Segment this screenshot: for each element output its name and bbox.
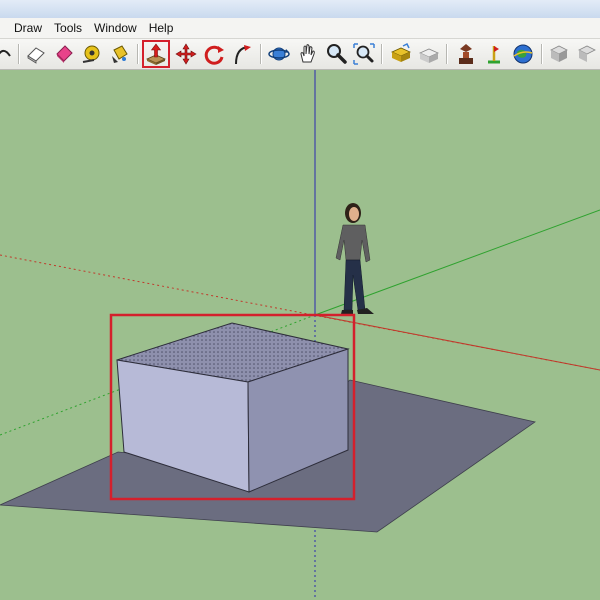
- scene-canvas[interactable]: [0, 70, 600, 600]
- window-title-bar: [0, 0, 600, 18]
- toolbar-separator: [137, 44, 138, 64]
- main-toolbar: [0, 39, 600, 70]
- google-earth-icon: [513, 44, 533, 64]
- zoom-extents-icon: [353, 43, 375, 65]
- paint-icon: [112, 45, 128, 63]
- follow-me-tool-button[interactable]: [230, 42, 254, 66]
- red-axis: [314, 314, 600, 371]
- toolbar-separator: [541, 44, 542, 64]
- paint-tool-button[interactable]: [108, 42, 132, 66]
- push-pull-icon: [146, 43, 166, 65]
- paint-bucket-tool-button[interactable]: [52, 42, 76, 66]
- move-icon: [175, 43, 197, 65]
- google-earth-tool-button[interactable]: [511, 42, 535, 66]
- menu-tools[interactable]: Tools: [48, 18, 88, 38]
- arc-icon: [0, 49, 11, 57]
- warehouse-tool-button[interactable]: [389, 42, 413, 66]
- section-display-tool-button[interactable]: [575, 42, 599, 66]
- rotate-tool-button[interactable]: [202, 42, 226, 66]
- menu-draw[interactable]: Draw: [8, 18, 48, 38]
- components-tool-button[interactable]: [454, 42, 478, 66]
- toolbar-separator: [18, 44, 19, 64]
- move-tool-button[interactable]: [174, 42, 198, 66]
- orbit-tool-button[interactable]: [267, 42, 291, 66]
- zoom-icon: [327, 44, 347, 64]
- 3d-warehouse-icon: [391, 42, 411, 62]
- person-figure[interactable]: [335, 203, 374, 314]
- share-model-icon: [419, 48, 439, 63]
- follow-me-icon: [235, 45, 251, 65]
- eraser-icon: [27, 47, 45, 64]
- menu-bar: Draw Tools Window Help: [0, 18, 600, 39]
- share-model-tool-button[interactable]: [417, 42, 441, 66]
- orbit-icon: [268, 47, 290, 61]
- eraser-tool-button[interactable]: [24, 42, 48, 66]
- tape-measure-icon: [82, 45, 100, 63]
- push-pull-tool-button[interactable]: [142, 40, 170, 68]
- zoom-extents-tool-button[interactable]: [352, 42, 376, 66]
- paint-bucket-icon: [56, 45, 73, 63]
- geo-location-tool-button[interactable]: [482, 42, 506, 66]
- section-tool-button[interactable]: [547, 42, 571, 66]
- pan-tool-button[interactable]: [296, 42, 320, 66]
- arc-tool-button[interactable]: [0, 42, 14, 66]
- rotate-icon: [204, 45, 224, 65]
- sketchup-window: Draw Tools Window Help: [0, 0, 600, 600]
- components-icon: [459, 44, 473, 64]
- toolbar-separator: [260, 44, 261, 64]
- menu-window[interactable]: Window: [88, 18, 143, 38]
- toolbar-separator: [381, 44, 382, 64]
- menu-help[interactable]: Help: [143, 18, 180, 38]
- model-viewport[interactable]: [0, 70, 600, 600]
- geo-location-icon: [488, 46, 500, 64]
- pan-hand-icon: [300, 44, 315, 63]
- toolbar-separator: [446, 44, 447, 64]
- section-plane-icon: [550, 45, 568, 62]
- tape-measure-tool-button[interactable]: [80, 42, 104, 66]
- zoom-tool-button[interactable]: [324, 42, 348, 66]
- section-display-icon: [578, 45, 596, 62]
